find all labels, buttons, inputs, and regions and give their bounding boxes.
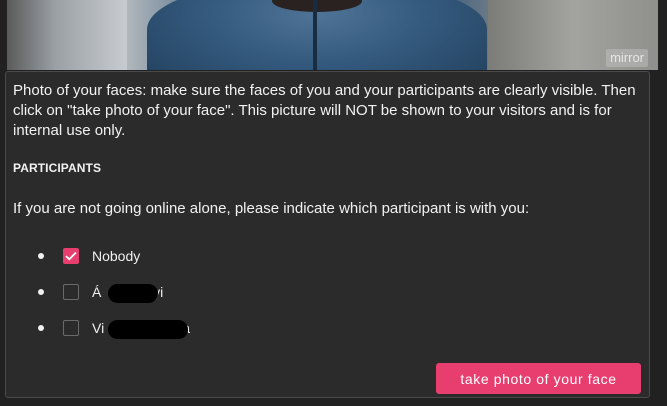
participant-option-nobody[interactable]: Nobody bbox=[6, 238, 406, 274]
participant-option-2[interactable]: Ányi bbox=[6, 274, 406, 310]
bullet-icon bbox=[38, 289, 44, 295]
participants-title: PARTICIPANTS bbox=[13, 161, 102, 175]
bullet-icon bbox=[38, 325, 44, 331]
participant-option-3[interactable]: Violla bbox=[6, 310, 406, 346]
bullet-icon bbox=[38, 253, 44, 259]
intro-text: Photo of your faces: make sure the faces… bbox=[13, 82, 636, 139]
photo-capture-screen: mirror Photo of your faces: make sure th… bbox=[0, 0, 667, 406]
participant-checkbox-nobody[interactable] bbox=[63, 248, 79, 264]
camera-person-zipper bbox=[313, 0, 317, 70]
camera-background-left bbox=[7, 0, 127, 70]
redaction-mark bbox=[108, 284, 158, 303]
participant-label-3-start: Vi bbox=[92, 320, 105, 336]
redaction-mark bbox=[108, 320, 188, 339]
participants-panel: Photo of your faces: make sure the faces… bbox=[5, 71, 650, 398]
participant-label-2-start: Á bbox=[92, 284, 102, 300]
mirror-button[interactable]: mirror bbox=[606, 49, 648, 67]
participant-label-nobody: Nobody bbox=[92, 248, 141, 264]
take-photo-button[interactable]: take photo of your face bbox=[436, 363, 641, 394]
camera-preview: mirror bbox=[7, 0, 658, 70]
participant-options-list: Nobody Ányi Violla bbox=[6, 238, 406, 346]
participant-checkbox-3[interactable] bbox=[63, 320, 79, 336]
participant-checkbox-2[interactable] bbox=[63, 284, 79, 300]
participants-question: If you are not going online alone, pleas… bbox=[13, 200, 530, 217]
checkmark-icon bbox=[65, 251, 77, 261]
